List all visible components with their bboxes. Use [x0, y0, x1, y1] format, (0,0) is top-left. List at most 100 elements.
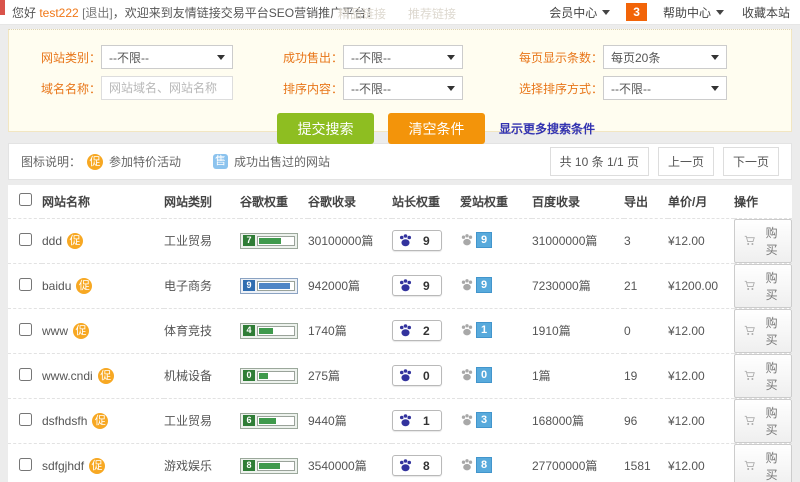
sort-content-select[interactable]: --不限-- [343, 76, 463, 100]
site-name-link[interactable]: baidu [42, 279, 71, 293]
help-center-menu[interactable]: 帮助中心 [663, 4, 724, 21]
row-checkbox[interactable] [19, 232, 32, 246]
logout-link[interactable]: [退出] [82, 6, 113, 20]
paw-icon [399, 369, 412, 382]
site-name-link[interactable]: dsfhdsfh [42, 414, 87, 428]
pr-bar-fill [259, 462, 280, 469]
google-pr-widget: 4 [240, 322, 298, 339]
buy-button[interactable]: 购买 [734, 308, 792, 353]
sort-content-label: 排序内容： [282, 81, 343, 96]
sold-badge-icon: 售 [213, 154, 229, 169]
next-page-button[interactable]: 下一页 [722, 147, 779, 176]
submit-search-button[interactable]: 提交搜索 [277, 113, 374, 144]
price-per-month: ¥12.00 [668, 307, 734, 353]
caret-down-icon [447, 85, 455, 91]
caret-down-icon [447, 54, 455, 60]
prev-page-button[interactable]: 上一页 [657, 147, 714, 176]
aizhan-rank-value: 9 [476, 276, 492, 293]
paw-icon [399, 459, 412, 472]
google-index-count: 3540000篇 [308, 442, 392, 482]
notification-badge[interactable]: 3 [626, 3, 647, 21]
per-page-select[interactable]: 每页20条 [603, 45, 727, 69]
site-category: 机械设备 [164, 352, 240, 398]
page: 您好 test222 [退出]，欢迎来到友情链接交易平台SEO营销推广平台！ 精… [0, 0, 800, 482]
export-count: 3 [624, 217, 668, 263]
aizhan-rank-widget: 9 [460, 276, 492, 293]
buy-label: 购买 [765, 225, 778, 257]
aizhan-rank-widget: 1 [460, 321, 492, 338]
row-checkbox[interactable] [19, 277, 32, 291]
table-row: sdfgjhdf 促 游戏娱乐 8 3540000篇 8 8 27700000篇… [8, 442, 792, 482]
ghost-nav-item: 精品链接 [338, 7, 387, 21]
pr-value: 7 [243, 235, 255, 247]
site-name-link[interactable]: sdfgjhdf [42, 459, 84, 473]
chinaz-rank-value: 9 [423, 278, 430, 293]
favorite-link[interactable]: 收藏本站 [742, 4, 790, 21]
baidu-index-count: 27700000篇 [532, 442, 624, 482]
filter-panel: 网站类别： --不限-- 成功售出： --不限-- 每页显示条数： 每页20条 … [8, 29, 792, 144]
aizhan-rank-value: 9 [476, 231, 492, 248]
aizhan-rank-widget: 8 [460, 456, 492, 473]
records-summary: 共 10 条 1/1 页 [549, 147, 649, 176]
table-row: ddd 促 工业贸易 7 30100000篇 9 9 31000000篇 3 ¥… [8, 217, 792, 263]
sort-method-select[interactable]: --不限-- [603, 76, 727, 100]
buy-button[interactable]: 购买 [734, 353, 792, 398]
pr-bar-track [257, 460, 295, 471]
greeting-prefix: 您好 [12, 5, 40, 20]
buy-button[interactable]: 购买 [734, 218, 792, 263]
caret-down-icon [602, 9, 611, 15]
price-per-month: ¥1200.00 [668, 262, 734, 308]
google-index-count: 942000篇 [308, 262, 392, 308]
corner-mark [0, 0, 5, 15]
paw-icon [399, 414, 412, 427]
baidu-index-count: 7230000篇 [532, 262, 624, 308]
buy-label: 购买 [765, 270, 778, 302]
sold-filter-select[interactable]: --不限-- [343, 45, 463, 69]
pr-bar-fill [259, 372, 269, 379]
row-checkbox[interactable] [19, 412, 32, 426]
google-index-count: 275篇 [308, 352, 392, 398]
chinaz-rank-value: 8 [423, 458, 430, 473]
pr-bar-track [257, 325, 295, 336]
export-count: 1581 [624, 442, 668, 482]
site-category: 电子商务 [164, 262, 240, 308]
site-name-link[interactable]: www [42, 324, 68, 338]
select-all-checkbox[interactable] [19, 193, 32, 207]
aizhan-rank-value: 3 [476, 411, 492, 428]
caret-down-icon [217, 54, 225, 60]
baidu-index-count: 31000000篇 [532, 217, 624, 263]
row-checkbox[interactable] [19, 457, 32, 471]
promo-badge-desc: 参加特价活动 [109, 155, 182, 169]
sort-content-value: --不限-- [351, 81, 391, 96]
per-page-label: 每页显示条数： [518, 50, 603, 65]
row-checkbox[interactable] [19, 322, 32, 336]
price-per-month: ¥12.00 [668, 442, 734, 482]
promo-badge-icon: 促 [89, 457, 106, 474]
chinaz-rank-widget: 1 [392, 410, 442, 431]
more-filters-link[interactable]: 显示更多搜索条件 [499, 120, 595, 137]
chinaz-rank-value: 2 [423, 323, 430, 338]
google-index-count: 9440篇 [308, 397, 392, 443]
paw-icon [399, 234, 412, 247]
site-name-link[interactable]: ddd [42, 234, 62, 248]
buy-label: 购买 [765, 405, 778, 437]
chinaz-rank-value: 1 [423, 413, 430, 428]
paw-icon [461, 458, 473, 470]
chinaz-rank-widget: 9 [392, 230, 442, 251]
domain-input[interactable] [101, 76, 233, 100]
buy-button[interactable]: 购买 [734, 263, 792, 308]
pagination: 共 10 条 1/1 页 上一页 下一页 [549, 147, 779, 176]
paw-icon [461, 278, 473, 290]
sold-filter-value: --不限-- [351, 50, 391, 65]
clear-filters-button[interactable]: 清空条件 [388, 113, 485, 144]
aizhan-rank-value: 0 [476, 366, 492, 383]
table-row: dsfhdsfh 促 工业贸易 6 9440篇 1 3 168000篇 96 ¥… [8, 397, 792, 443]
buy-button[interactable]: 购买 [734, 443, 792, 482]
member-center-menu[interactable]: 会员中心 [549, 4, 611, 21]
promo-badge-icon: 促 [76, 277, 93, 294]
buy-button[interactable]: 购买 [734, 398, 792, 443]
row-checkbox[interactable] [19, 367, 32, 381]
site-category-select[interactable]: --不限-- [101, 45, 233, 69]
site-name-link[interactable]: www.cndi [42, 369, 93, 383]
table-row: www.cndi 促 机械设备 0 275篇 0 0 1篇 19 ¥12.00 … [8, 352, 792, 398]
